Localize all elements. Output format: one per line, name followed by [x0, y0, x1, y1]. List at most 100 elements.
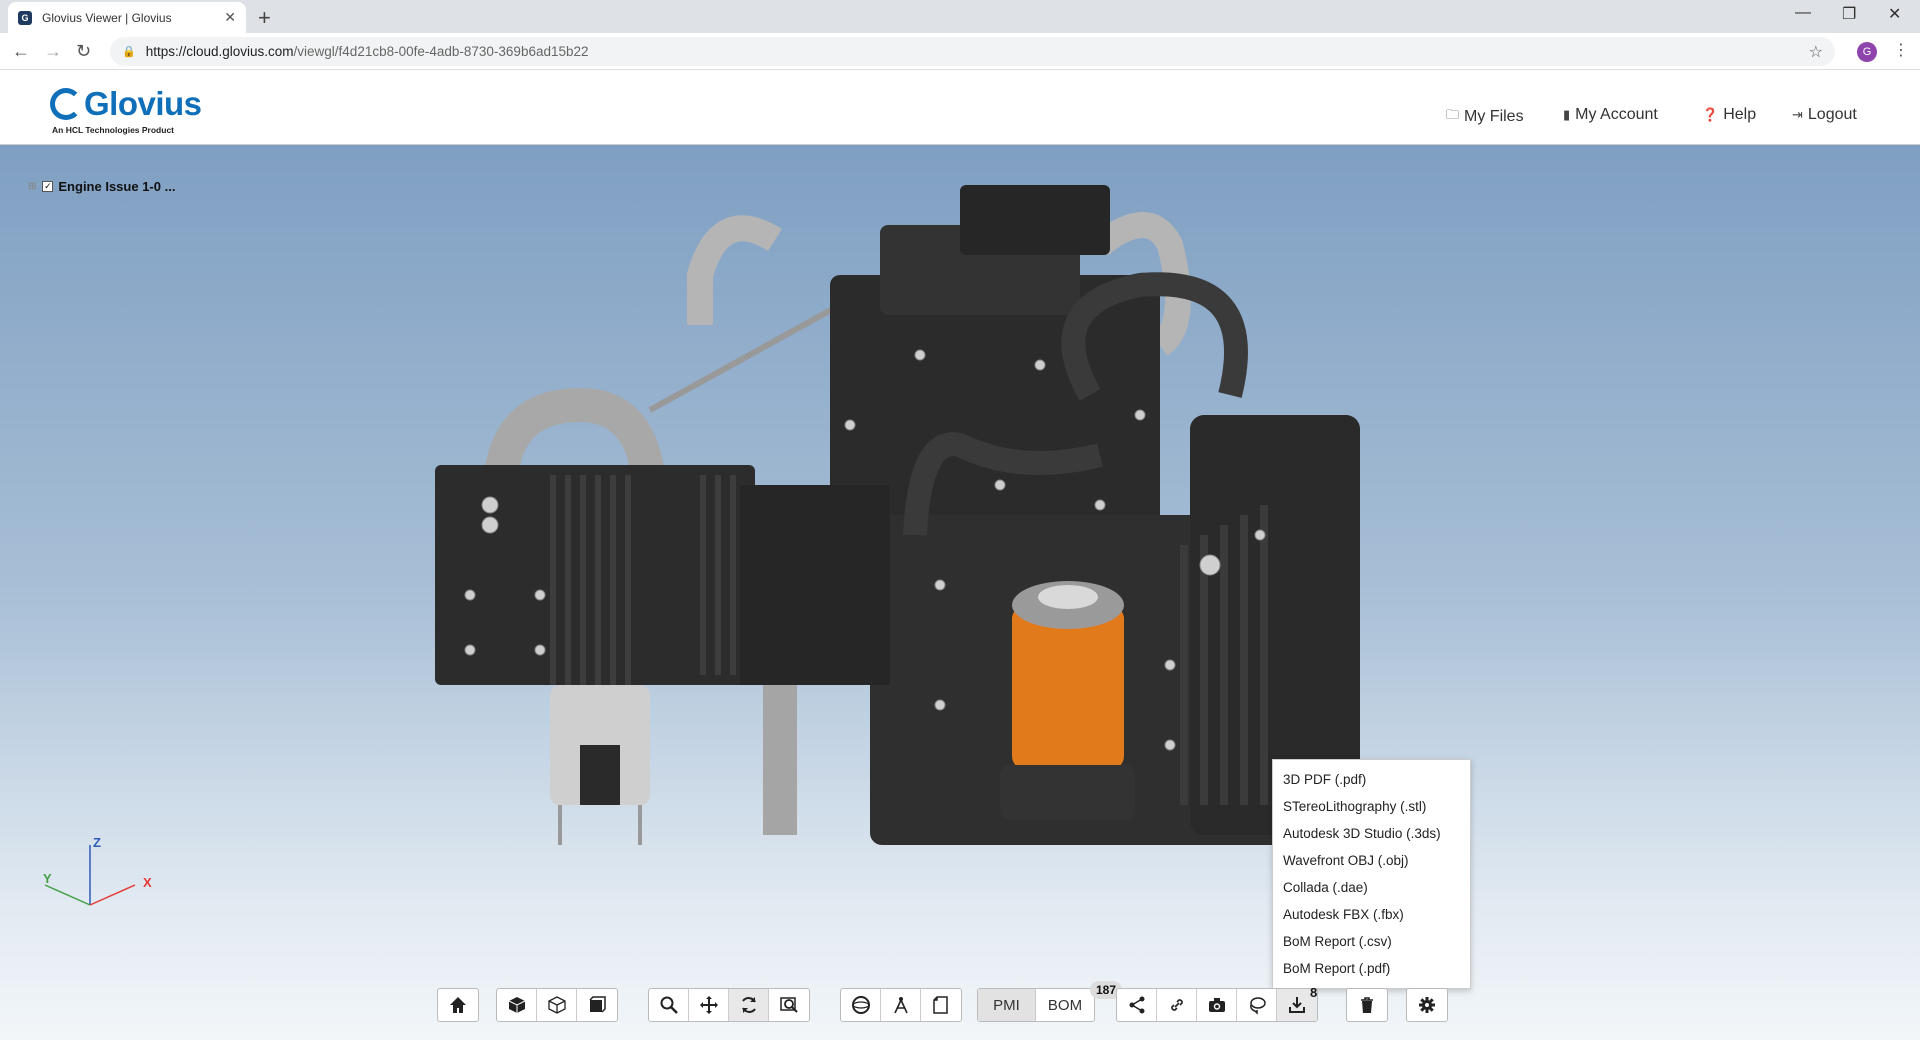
tree-root-label[interactable]: Engine Issue 1-0 ... — [58, 179, 175, 194]
delete-group — [1346, 988, 1388, 1022]
minimize-icon[interactable]: — — [1795, 4, 1811, 22]
shaded-edges-button[interactable] — [577, 989, 617, 1021]
bookmark-star-icon[interactable]: ☆ — [1809, 42, 1823, 62]
favicon-icon: G — [18, 10, 32, 25]
help-icon: ❓ — [1702, 107, 1719, 122]
search-icon — [660, 996, 678, 1014]
zoom-button[interactable] — [649, 989, 689, 1021]
delete-button[interactable] — [1347, 989, 1387, 1021]
export-dae[interactable]: Collada (.dae) — [1273, 874, 1470, 901]
url-path: /viewgl/f4d21cb8-00fe-4adb-8730-369b6ad1… — [293, 44, 589, 59]
link-button[interactable] — [1157, 989, 1197, 1021]
share-group — [1116, 988, 1318, 1022]
close-window-icon[interactable]: ✕ — [1888, 4, 1901, 24]
tab-title: Glovius Viewer | Glovius — [42, 10, 172, 25]
pmi-bom-group: PMI BOM — [977, 988, 1095, 1022]
shaded-edges-icon — [589, 996, 606, 1013]
home-button[interactable] — [438, 989, 478, 1021]
settings-group — [1406, 988, 1448, 1022]
lock-icon: 🔒 — [122, 46, 136, 58]
logout-icon: ⇥ — [1792, 107, 1803, 122]
export-stl[interactable]: STereoLithography (.stl) — [1273, 793, 1470, 820]
tree-expand-icon[interactable]: ⊞ — [28, 181, 36, 192]
nav-logout[interactable]: ⇥ Logout — [1792, 106, 1857, 124]
url-host: https://cloud.glovius.com — [145, 44, 294, 59]
engine-model[interactable] — [400, 185, 1380, 985]
export-3ds[interactable]: Autodesk 3D Studio (.3ds) — [1273, 820, 1470, 847]
navigation-group — [648, 988, 810, 1022]
zoom-fit-button[interactable] — [769, 989, 809, 1021]
export-bom-csv[interactable]: BoM Report (.csv) — [1273, 928, 1470, 955]
model-tree[interactable]: ⊞ ✓ Engine Issue 1-0 ... — [28, 179, 175, 194]
new-tab-icon[interactable]: + — [258, 5, 271, 31]
trash-icon — [1361, 997, 1373, 1013]
screenshot-button[interactable] — [1197, 989, 1237, 1021]
gear-icon — [1419, 997, 1435, 1013]
restore-icon[interactable]: ❐ — [1842, 4, 1856, 24]
page-icon — [933, 996, 948, 1014]
wireframe-button[interactable] — [537, 989, 577, 1021]
export-3dpdf[interactable]: 3D PDF (.pdf) — [1273, 766, 1470, 793]
rotate-icon — [741, 997, 756, 1013]
shaded-button[interactable] — [497, 989, 537, 1021]
tools-group — [840, 988, 962, 1022]
glovius-logo[interactable]: Glovius An HCL Technologies Product — [50, 85, 202, 135]
browser-tabbar: G Glovius Viewer | Glovius ✕ + — ❐ ✕ — [0, 0, 1920, 33]
zoom-fit-icon — [780, 997, 798, 1013]
browser-menu-icon[interactable]: ⋮ — [1893, 40, 1909, 60]
render-mode-group — [496, 988, 618, 1022]
reload-icon[interactable]: ↻ — [76, 41, 91, 62]
export-obj[interactable]: Wavefront OBJ (.obj) — [1273, 847, 1470, 874]
comments-icon — [1249, 997, 1266, 1015]
axis-triad: Z X Y — [43, 835, 152, 906]
measure-button[interactable] — [881, 989, 921, 1021]
home-icon — [450, 997, 466, 1013]
download-icon — [1289, 997, 1305, 1013]
home-group — [437, 988, 479, 1022]
nav-help[interactable]: ❓ Help — [1702, 106, 1756, 124]
nav-label: My Account — [1575, 106, 1658, 123]
solid-cube-icon — [508, 997, 525, 1013]
pmi-button[interactable]: PMI — [978, 989, 1036, 1021]
address-bar: ← → ↻ 🔒 https://cloud.glovius.com/viewgl… — [0, 33, 1920, 70]
nav-label: Help — [1723, 106, 1757, 123]
axis-z-label: Z — [93, 835, 101, 850]
back-icon[interactable]: ← — [12, 41, 30, 62]
3d-viewport[interactable]: ⊞ ✓ Engine Issue 1-0 ... Z X Y — [0, 145, 1920, 1040]
export-bom-pdf[interactable]: BoM Report (.pdf) — [1273, 955, 1470, 982]
nav-my-files[interactable]: 🗀 My Files — [1446, 106, 1524, 128]
section-sphere-icon — [851, 996, 870, 1014]
close-tab-icon[interactable]: ✕ — [224, 9, 236, 26]
camera-icon — [1208, 998, 1225, 1012]
browser-tab[interactable]: G Glovius Viewer | Glovius ✕ — [8, 2, 246, 33]
share-icon — [1129, 996, 1144, 1014]
comments-button[interactable] — [1237, 989, 1277, 1021]
account-icon: ▮ — [1563, 107, 1571, 122]
url-field[interactable]: 🔒 https://cloud.glovius.com/viewgl/f4d21… — [110, 37, 1835, 66]
export-fbx[interactable]: Autodesk FBX (.fbx) — [1273, 901, 1470, 928]
tree-visibility-checkbox[interactable]: ✓ — [42, 181, 54, 192]
nav-my-account[interactable]: ▮ My Account — [1563, 106, 1658, 124]
forward-icon[interactable]: → — [44, 41, 62, 62]
axis-y-label: Y — [43, 871, 52, 886]
link-icon — [1170, 999, 1183, 1011]
pan-button[interactable] — [689, 989, 729, 1021]
bom-button[interactable]: BOM — [1036, 989, 1094, 1021]
move-icon — [699, 996, 718, 1014]
section-button[interactable] — [841, 989, 881, 1021]
brand-name: Glovius — [84, 85, 202, 122]
rotate-button[interactable] — [729, 989, 769, 1021]
notes-button[interactable] — [921, 989, 961, 1021]
wireframe-cube-icon — [547, 996, 566, 1014]
profile-avatar[interactable]: G — [1857, 42, 1877, 62]
brand-subtitle: An HCL Technologies Product — [52, 125, 174, 135]
compass-icon — [893, 997, 908, 1014]
nav-label: Logout — [1807, 106, 1857, 123]
axis-x-label: X — [143, 875, 152, 890]
share-button[interactable] — [1117, 989, 1157, 1021]
files-icon: 🗀 — [1446, 107, 1460, 122]
nav-label: My Files — [1464, 108, 1524, 125]
settings-button[interactable] — [1407, 989, 1447, 1021]
app-header: Glovius An HCL Technologies Product 🗀 My … — [0, 71, 1920, 145]
glovius-logo-icon — [50, 88, 82, 120]
